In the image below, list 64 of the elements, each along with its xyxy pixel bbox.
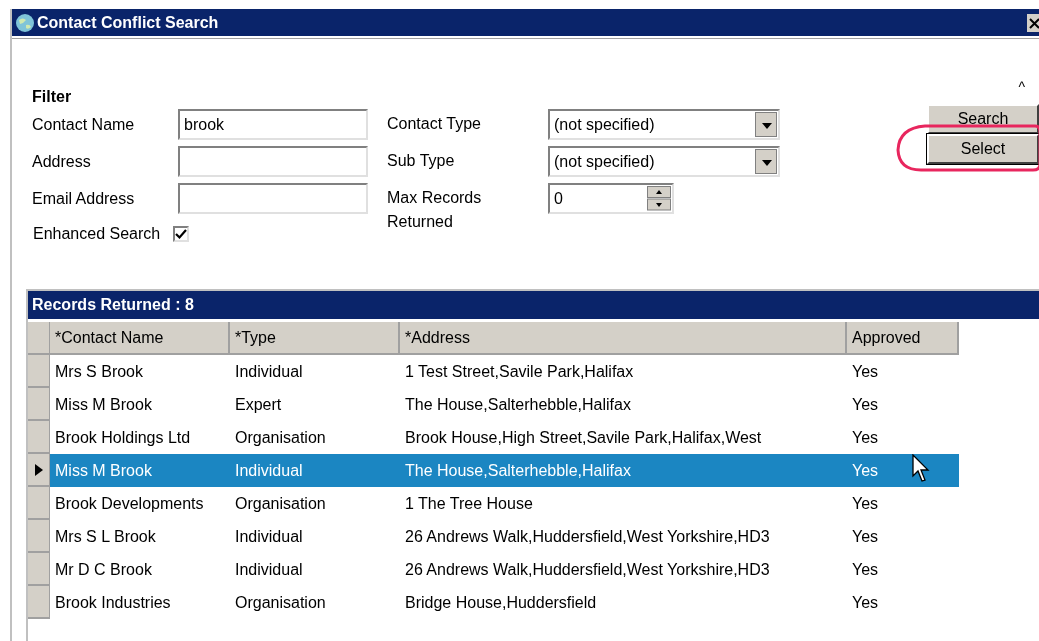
column-header[interactable]: *Contact Name (50, 322, 230, 355)
field-label: Address (32, 151, 92, 172)
enhanced-search-checkbox[interactable] (173, 226, 190, 242)
table-cell-text: Individual (235, 460, 303, 481)
table-cell-text: Yes (852, 361, 879, 382)
filter-heading: Filter (32, 87, 73, 107)
spin-arrows-icon[interactable] (647, 186, 671, 211)
table-cell-text: Mrs S L Brook (55, 526, 156, 547)
close-icon[interactable] (1027, 13, 1039, 32)
table-cell-text: Yes (852, 493, 879, 514)
table-cell-text: Individual (235, 526, 303, 547)
table-cell-text: The House,Salterhebble,Halifax (405, 460, 631, 481)
row-selector[interactable] (28, 454, 50, 487)
table-cell-text: Organisation (235, 592, 326, 613)
table-cell-text: Organisation (235, 493, 326, 514)
table-cell-text: Individual (235, 559, 303, 580)
table-cell-text: Individual (235, 361, 303, 382)
table-cell-text: Brook Developments (55, 493, 204, 514)
table-cell-text: Yes (852, 526, 879, 547)
field-label: Sub Type (387, 151, 456, 171)
table-cell-text: Mrs S Brook (55, 361, 143, 382)
current-row-icon (34, 463, 43, 476)
table-cell-text: Brook House,High Street,Savile Park,Halifax,West (405, 427, 762, 448)
text-field[interactable] (178, 146, 368, 177)
table-cell-text: Mr D C Brook (55, 559, 152, 580)
dropdown-field[interactable]: (not specified) (548, 146, 780, 177)
text-field[interactable] (178, 183, 368, 214)
table-cell-text: The House,Salterhebble,Halifax (405, 394, 631, 415)
table-cell-text: 26 Andrews Walk,Huddersfield,West Yorkshire,HD3 (405, 526, 770, 547)
column-header[interactable]: Approved (847, 322, 959, 355)
table-cell-text: 1 The Tree House (405, 493, 533, 514)
column-header[interactable]: *Address (400, 322, 847, 355)
records-count: Records Returned : 8 (32, 295, 194, 315)
mouse-pointer-icon (912, 454, 930, 484)
field-label: Email Address (32, 188, 136, 209)
dialog-button[interactable]: Search (927, 104, 1039, 134)
window-title: Contact Conflict Search (37, 12, 219, 33)
table-cell-text: Brook Industries (55, 592, 171, 613)
table-cell-text: Yes (852, 592, 879, 613)
table-cell-text: 26 Andrews Walk,Huddersfield,West Yorkshire,HD3 (405, 559, 770, 580)
field-label: Max Records Returned (387, 188, 483, 232)
table-cell-text: Yes (852, 460, 879, 481)
table-cell-text: Yes (852, 427, 879, 448)
table-cell-text: Yes (852, 394, 879, 415)
field-label: Contact Name (32, 114, 136, 135)
column-header[interactable]: *Type (230, 322, 400, 355)
dialog-button[interactable]: Select (927, 134, 1039, 164)
dropdown-field[interactable]: (not specified) (548, 109, 780, 140)
spin-field[interactable]: 0 (548, 183, 674, 214)
checkbox-label: Enhanced Search (33, 224, 161, 244)
table-row[interactable]: Miss M Brook Individual The House,Salterhebble,Halifax Yes (50, 454, 959, 487)
table-cell-text: Miss M Brook (55, 460, 152, 481)
table-cell-text: Bridge House,Huddersfield (405, 592, 597, 613)
table-cell-text: Organisation (235, 427, 326, 448)
table-cell-text: Yes (852, 559, 879, 580)
row-header-corner (28, 322, 50, 355)
table-cell-text: Miss M Brook (55, 394, 152, 415)
text-field[interactable]: brook (178, 109, 368, 140)
table-cell-text: Brook Holdings Ltd (55, 427, 191, 448)
table-cell-text: 1 Test Street,Savile Park,Halifax (405, 361, 634, 382)
field-label: Contact Type (387, 114, 482, 134)
collapse-glyph[interactable]: ^ (1018, 77, 1025, 101)
globe-icon (15, 12, 35, 33)
table-cell-text: Expert (235, 394, 282, 415)
